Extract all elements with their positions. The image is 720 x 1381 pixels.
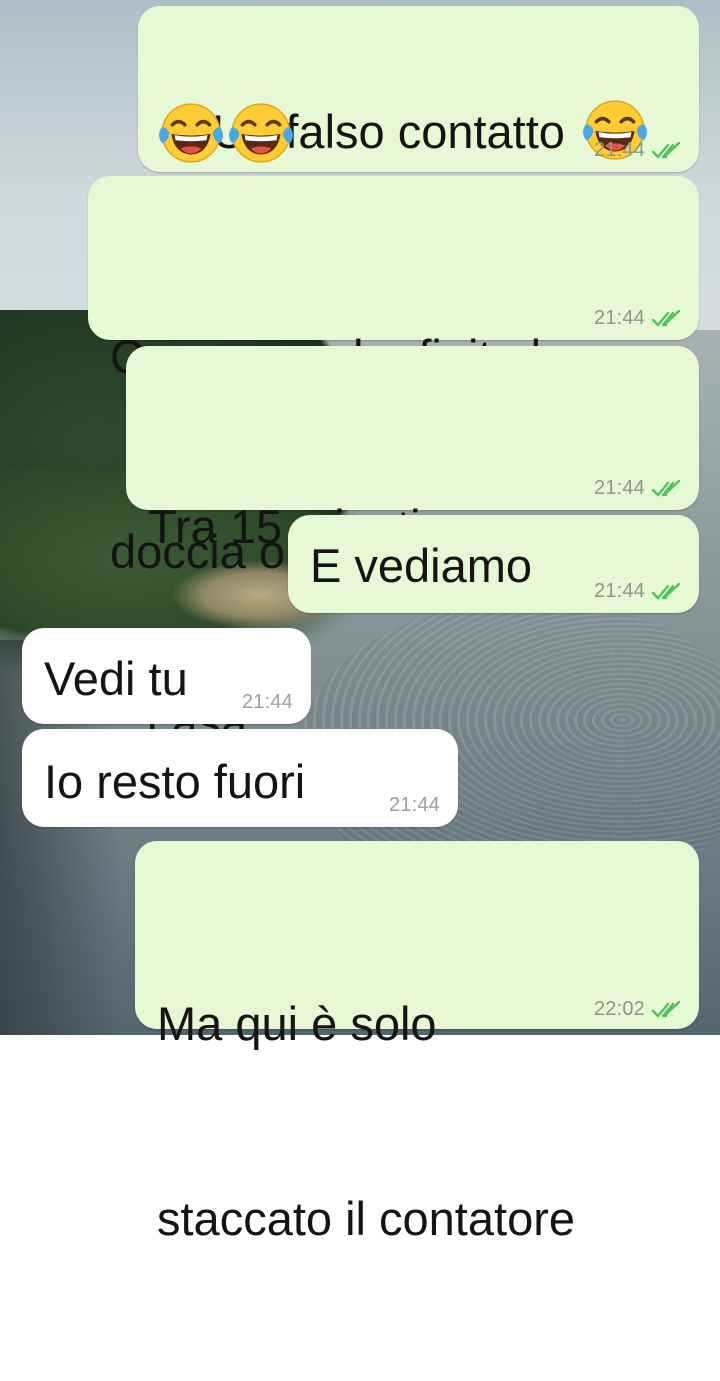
message-bubble[interactable]: Io resto fuori 21:44 (22, 729, 458, 827)
message-time: 21:44 (593, 477, 645, 499)
message-time: 21:44 (593, 580, 645, 602)
message-time: 21:44 (593, 307, 645, 329)
message-meta: 22:02 (594, 998, 685, 1021)
double-check-icon (651, 142, 685, 160)
message-bubble[interactable]: Un falso contatto 21:44 (138, 6, 699, 172)
message-text: Vedi tu (44, 652, 188, 705)
emoji-row (158, 100, 294, 166)
message-meta: 21:44 (594, 580, 685, 603)
face-with-tears-of-joy-icon (228, 100, 294, 166)
message-meta: 21:44 (594, 307, 685, 330)
message-time: 21:44 (241, 691, 293, 713)
double-check-icon (651, 583, 685, 601)
face-with-tears-of-joy-icon (158, 100, 224, 166)
message-bubble[interactable]: Tra 15 minuti sono a casa 21:44 (126, 346, 699, 748)
message-bubble[interactable]: Vedi tu 21:44 (22, 628, 311, 724)
message-time: 22:02 (593, 998, 645, 1020)
message-text: Io resto fuori (44, 755, 306, 808)
message-meta: 21:44 (389, 794, 440, 817)
message-bubble[interactable]: Comunque ho finito la doccia ora 21:44 (88, 176, 699, 578)
double-check-icon (651, 480, 685, 498)
double-check-icon (651, 1001, 685, 1019)
message-meta: 21:44 (594, 139, 685, 162)
message-bubble[interactable]: E vediamo 21:44 (288, 515, 699, 613)
message-time: 21:44 (593, 139, 645, 161)
message-meta: 21:44 (242, 691, 293, 714)
message-meta: 21:44 (594, 477, 685, 500)
message-text: E vediamo (310, 539, 533, 592)
message-text: Ma qui è solo staccato il contatore (157, 997, 575, 1245)
message-bubble[interactable]: Ma qui è solo staccato il contatore 22:0… (135, 841, 699, 1245)
message-time: 21:44 (388, 794, 440, 816)
double-check-icon (651, 310, 685, 328)
